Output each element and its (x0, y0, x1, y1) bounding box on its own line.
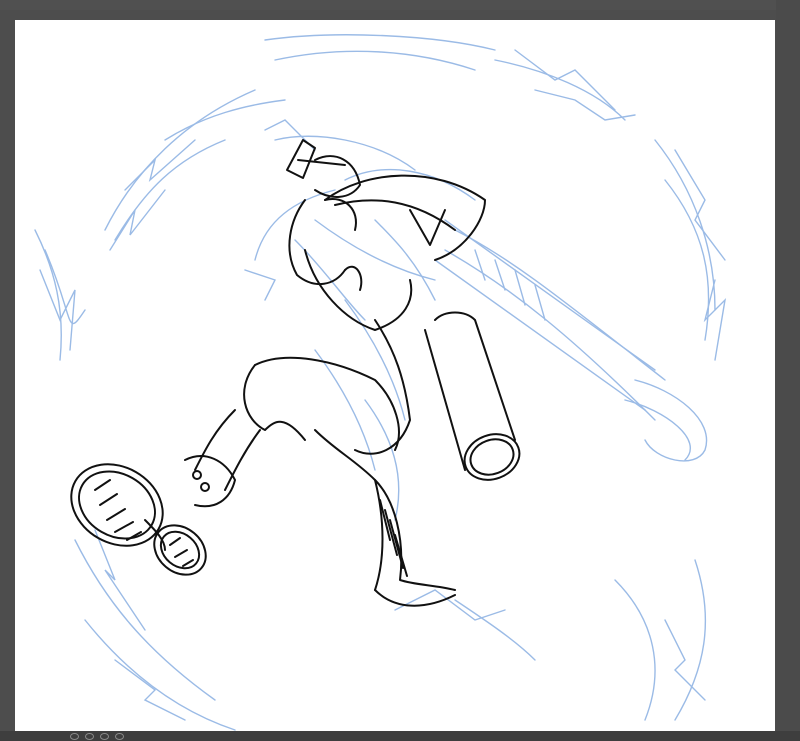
panel-edge (776, 0, 800, 731)
rough-sketch-layer (34, 34, 727, 731)
title-bar (0, 0, 800, 10)
zoom-reset-icon[interactable] (85, 732, 94, 740)
zoom-out-icon[interactable] (70, 732, 79, 740)
rotate-icon[interactable] (115, 732, 124, 740)
canvas-workspace[interactable] (0, 10, 800, 739)
zoom-in-icon[interactable] (100, 732, 109, 740)
line-art-layer (70, 139, 521, 607)
status-bar (0, 731, 800, 741)
drawing-app-window (0, 0, 800, 741)
drawing-canvas[interactable] (15, 20, 775, 739)
sketch-artwork (34, 34, 727, 731)
